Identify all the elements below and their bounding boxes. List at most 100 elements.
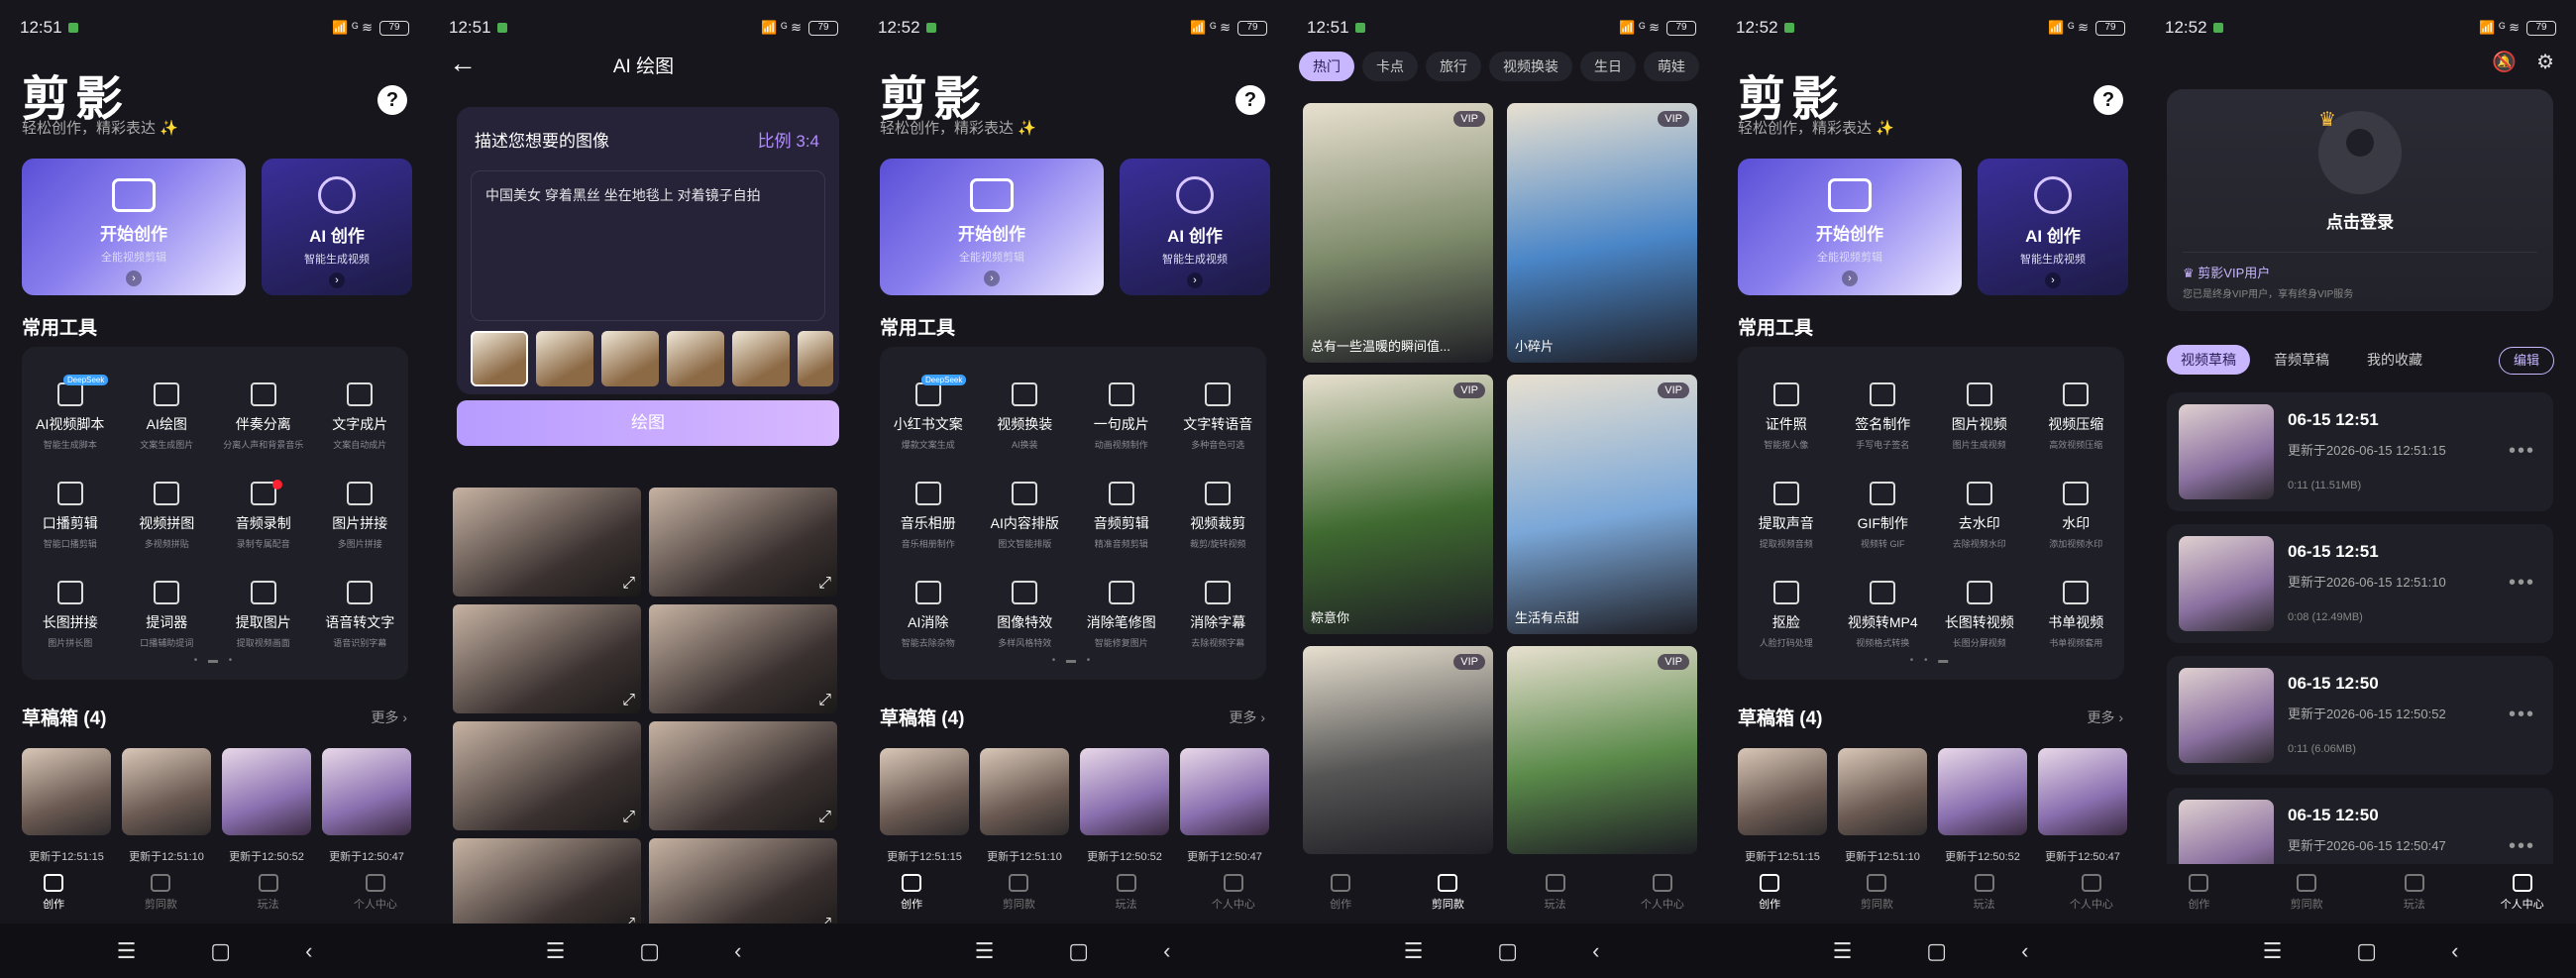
tool-item[interactable]: 书单视频 书单视频套用 bbox=[2028, 555, 2125, 654]
tool-item[interactable]: 视频压缩 高效视频压缩 bbox=[2028, 357, 2125, 456]
category-chip[interactable]: 萌娃 bbox=[1644, 52, 1699, 81]
tool-item[interactable]: 图像特效 多样风格特效 bbox=[977, 555, 1074, 654]
tool-item[interactable]: DeepSeek AI视频脚本 智能生成脚本 bbox=[22, 357, 119, 456]
result-image[interactable] bbox=[649, 838, 837, 937]
start-creation-card[interactable]: 开始创作 全能视频剪辑 › bbox=[1738, 159, 1962, 295]
home-icon[interactable]: ▢ bbox=[2356, 938, 2377, 964]
tool-item[interactable]: GIF制作 视频转 GIF bbox=[1835, 456, 1932, 555]
bell-off-icon[interactable]: 🔕 bbox=[2492, 50, 2517, 74]
menu-icon[interactable]: ☰ bbox=[1833, 938, 1853, 964]
gear-icon[interactable]: ⚙ bbox=[2536, 50, 2554, 74]
tab-templates[interactable]: 剪同款 bbox=[965, 864, 1072, 924]
tool-item[interactable]: 提取图片 提取视频画面 bbox=[215, 555, 312, 654]
more-options-icon[interactable]: ••• bbox=[2509, 440, 2535, 463]
tool-item[interactable]: 视频转MP4 视频格式转换 bbox=[1835, 555, 1932, 654]
menu-icon[interactable]: ☰ bbox=[1404, 938, 1424, 964]
home-icon[interactable]: ▢ bbox=[210, 938, 231, 964]
style-thumbnail[interactable] bbox=[667, 331, 724, 386]
tool-item[interactable]: 图片拼接 多图片拼接 bbox=[312, 456, 409, 555]
tool-item[interactable]: 口播剪辑 智能口播剪辑 bbox=[22, 456, 119, 555]
tool-item[interactable]: 视频换装 AI换装 bbox=[977, 357, 1074, 456]
prompt-input[interactable]: 中国美女 穿着黑丝 坐在地毯上 对着镜子自拍 bbox=[471, 170, 825, 321]
template-card[interactable]: VIP 生活有点甜 bbox=[1507, 375, 1697, 634]
tab-create[interactable]: 创作 bbox=[858, 864, 965, 924]
category-chip[interactable]: 旅行 bbox=[1426, 52, 1481, 81]
login-button[interactable]: 点击登录 bbox=[2167, 208, 2553, 233]
draft-thumbnail[interactable] bbox=[1938, 748, 2027, 835]
tool-item[interactable]: 音频录制 录制专属配音 bbox=[215, 456, 312, 555]
style-thumbnail[interactable] bbox=[601, 331, 659, 386]
tool-item[interactable]: 文字转语音 多种音色可选 bbox=[1170, 357, 1267, 456]
home-icon[interactable]: ▢ bbox=[1497, 938, 1518, 964]
result-image[interactable] bbox=[453, 838, 641, 937]
style-thumbnail[interactable] bbox=[732, 331, 790, 386]
tab-create[interactable]: 创作 bbox=[1716, 864, 1823, 924]
more-options-icon[interactable]: ••• bbox=[2509, 572, 2535, 595]
back-icon[interactable]: ‹ bbox=[2451, 938, 2458, 964]
draft-item[interactable]: 06-15 12:51 更新于2026-06-15 12:51:15 0:11 (1… bbox=[2167, 392, 2553, 511]
tool-item[interactable]: 抠脸 人脸打码处理 bbox=[1738, 555, 1835, 654]
template-card[interactable]: VIP 总有一些温暖的瞬间值... bbox=[1303, 103, 1493, 363]
edit-button[interactable]: 编辑 bbox=[2498, 347, 2554, 375]
tool-item[interactable]: 文字成片 文案自动成片 bbox=[312, 357, 409, 456]
tool-item[interactable]: 视频拼图 多视频拼贴 bbox=[119, 456, 216, 555]
template-card[interactable]: VIP 粽意你 bbox=[1303, 375, 1493, 634]
draft-thumbnail[interactable] bbox=[880, 748, 969, 835]
tab-templates[interactable]: 剪同款 bbox=[1394, 864, 1501, 924]
tab-profile[interactable]: 个人中心 bbox=[2038, 864, 2145, 924]
drafts-more-link[interactable]: 更多 › bbox=[1229, 707, 1265, 727]
tab-create[interactable]: 创作 bbox=[0, 864, 107, 924]
tool-item[interactable]: AI消除 智能去除杂物 bbox=[880, 555, 977, 654]
tool-item[interactable]: AI内容排版 图文智能排版 bbox=[977, 456, 1074, 555]
draft-thumbnail[interactable] bbox=[22, 748, 111, 835]
back-icon[interactable]: ‹ bbox=[1163, 938, 1170, 964]
ratio-selector[interactable]: 比例 3:4 bbox=[758, 127, 819, 152]
template-card[interactable]: VIP bbox=[1303, 646, 1493, 854]
result-image[interactable] bbox=[453, 488, 641, 597]
start-creation-card[interactable]: 开始创作 全能视频剪辑 › bbox=[22, 159, 246, 295]
style-thumbnail[interactable] bbox=[471, 331, 528, 386]
tool-item[interactable]: 视频裁剪 裁剪/旋转视频 bbox=[1170, 456, 1267, 555]
tool-item[interactable]: DeepSeek 小红书文案 爆款文案生成 bbox=[880, 357, 977, 456]
help-icon[interactable]: ? bbox=[377, 85, 407, 115]
tool-item[interactable]: AI绘图 文案生成图片 bbox=[119, 357, 216, 456]
tab-templates[interactable]: 剪同款 bbox=[107, 864, 214, 924]
home-icon[interactable]: ▢ bbox=[1068, 938, 1089, 964]
ai-creation-card[interactable]: AI 创作 智能生成视频 › bbox=[1120, 159, 1270, 295]
tool-item[interactable]: 提取声音 提取视频音频 bbox=[1738, 456, 1835, 555]
drafts-more-link[interactable]: 更多 › bbox=[2087, 707, 2123, 727]
tab-templates[interactable]: 剪同款 bbox=[2253, 864, 2361, 924]
tool-item[interactable]: 长图转视频 长图分屏视频 bbox=[1931, 555, 2028, 654]
draft-thumbnail[interactable] bbox=[1180, 748, 1269, 835]
tab-play[interactable]: 玩法 bbox=[1073, 864, 1180, 924]
tab-create[interactable]: 创作 bbox=[2145, 864, 2253, 924]
tool-item[interactable]: 去水印 去除视频水印 bbox=[1931, 456, 2028, 555]
category-chip[interactable]: 视频换装 bbox=[1489, 52, 1572, 81]
draft-item[interactable]: 06-15 12:51 更新于2026-06-15 12:51:10 0:08 (1… bbox=[2167, 524, 2553, 643]
tab-profile[interactable]: 个人中心 bbox=[2468, 864, 2576, 924]
more-options-icon[interactable]: ••• bbox=[2509, 704, 2535, 726]
tool-item[interactable]: 消除字幕 去除视频字幕 bbox=[1170, 555, 1267, 654]
draw-button[interactable]: 绘图 bbox=[457, 400, 839, 446]
tool-item[interactable]: 伴奏分离 分离人声和背景音乐 bbox=[215, 357, 312, 456]
menu-icon[interactable]: ☰ bbox=[546, 938, 566, 964]
tab-play[interactable]: 玩法 bbox=[1931, 864, 2038, 924]
draft-thumbnail[interactable] bbox=[980, 748, 1069, 835]
tab-play[interactable]: 玩法 bbox=[2361, 864, 2469, 924]
home-icon[interactable]: ▢ bbox=[1926, 938, 1947, 964]
back-icon[interactable]: ‹ bbox=[2021, 938, 2028, 964]
category-chip[interactable]: 热门 bbox=[1299, 52, 1354, 81]
help-icon[interactable]: ? bbox=[2093, 85, 2123, 115]
menu-icon[interactable]: ☰ bbox=[2263, 938, 2283, 964]
draft-thumbnail[interactable] bbox=[1738, 748, 1827, 835]
result-image[interactable] bbox=[453, 604, 641, 713]
tool-item[interactable]: 证件照 智能抠人像 bbox=[1738, 357, 1835, 456]
category-chip[interactable]: 生日 bbox=[1580, 52, 1636, 81]
ai-creation-card[interactable]: AI 创作 智能生成视频 › bbox=[1978, 159, 2128, 295]
tab-play[interactable]: 玩法 bbox=[215, 864, 322, 924]
menu-icon[interactable]: ☰ bbox=[117, 938, 137, 964]
tool-item[interactable]: 长图拼接 图片拼长图 bbox=[22, 555, 119, 654]
draft-thumbnail[interactable] bbox=[322, 748, 411, 835]
profile-tab[interactable]: 音频草稿 bbox=[2260, 345, 2343, 375]
style-thumbnail[interactable] bbox=[536, 331, 593, 386]
